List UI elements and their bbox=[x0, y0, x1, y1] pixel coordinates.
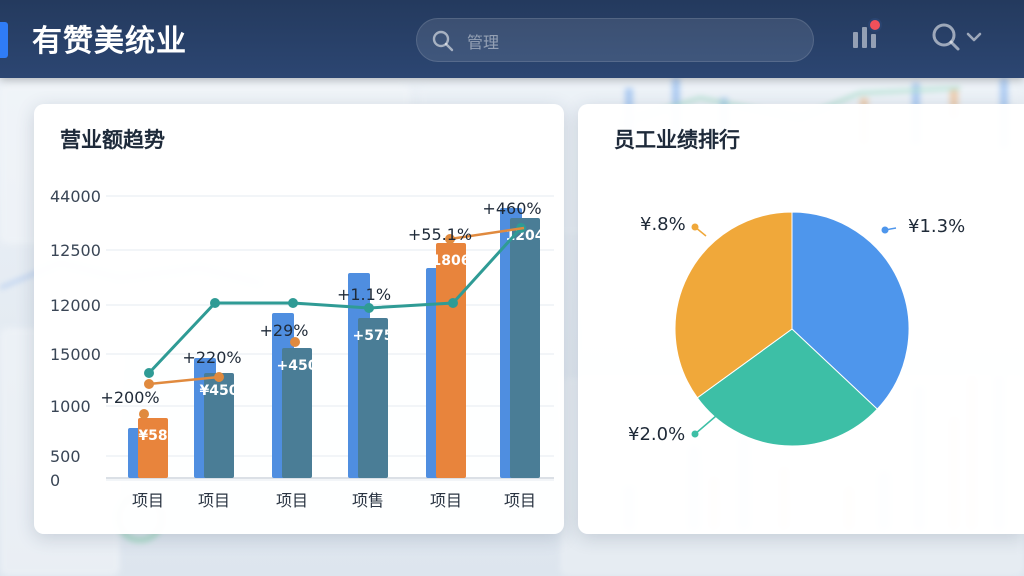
growth-percent-label: +1.1% bbox=[337, 285, 391, 304]
growth-percent-label: +220% bbox=[182, 348, 241, 367]
dashboard-app: 有赞美统业 管理 营业额趋势 44000 12500 12000 15000 1… bbox=[0, 0, 1024, 576]
trend-point bbox=[364, 303, 374, 313]
trend-point bbox=[288, 298, 298, 308]
app-title: 有赞美统业 bbox=[32, 24, 187, 59]
notification-badge bbox=[868, 18, 882, 32]
bar-value-label: 1806 bbox=[432, 253, 471, 269]
x-tick-label: 项目 bbox=[132, 491, 164, 510]
x-tick-label: 项目 bbox=[276, 491, 308, 510]
search-box[interactable] bbox=[416, 18, 814, 62]
bar-value-label: +575 bbox=[353, 328, 394, 344]
bar-value-label: +450 bbox=[277, 358, 318, 374]
growth-percent-label: +460% bbox=[482, 199, 541, 218]
bar-series-2 bbox=[138, 418, 168, 478]
pie-leader-dot bbox=[881, 226, 889, 234]
search-icon bbox=[431, 29, 455, 57]
employee-ranking-card: 员工业绩排行 ¥1.3% ¥2.0% ¥.8% bbox=[578, 104, 1024, 534]
revenue-trend-chart: 44000 12500 12000 15000 1000 500 0 ¥58 项目 ¥450 项目 +… bbox=[50, 187, 554, 510]
revenue-trend-card: 营业额趋势 44000 12500 12000 15000 1000 500 0 ¥58 项目 ¥… bbox=[34, 104, 564, 534]
y-tick-label: 0 bbox=[50, 471, 60, 490]
trend-point bbox=[144, 368, 154, 378]
user-menu-button[interactable] bbox=[922, 18, 992, 60]
y-tick-label: 12000 bbox=[50, 296, 101, 315]
y-tick-label: 500 bbox=[50, 447, 81, 466]
x-tick-label: 项目 bbox=[430, 491, 462, 510]
y-tick-label: 15000 bbox=[50, 345, 101, 364]
bar-value-label: ¥58 bbox=[138, 428, 167, 444]
y-tick-label: 1000 bbox=[50, 397, 91, 416]
y-tick-label: 12500 bbox=[50, 241, 101, 260]
pie-slice-label: ¥2.0% bbox=[628, 424, 685, 445]
growth-percent-label: +200% bbox=[100, 388, 159, 407]
pie-leader-line bbox=[694, 415, 717, 435]
trend-point bbox=[210, 298, 220, 308]
trend-point bbox=[448, 298, 458, 308]
top-bar: 有赞美统业 bbox=[0, 0, 1024, 78]
employee-ranking-pie-chart: ¥1.3% ¥2.0% ¥.8% bbox=[628, 211, 965, 447]
pie-slice-label: ¥.8% bbox=[640, 214, 686, 235]
pie-leader-dot bbox=[691, 223, 699, 231]
secondary-trend-point bbox=[214, 372, 224, 382]
magnifier-icon bbox=[929, 20, 963, 58]
x-tick-label: 项目 bbox=[504, 491, 536, 510]
growth-percent-label: +29% bbox=[260, 321, 309, 340]
x-tick-label: 项售 bbox=[352, 491, 384, 510]
search-input[interactable] bbox=[465, 29, 789, 55]
analytics-button[interactable] bbox=[846, 18, 884, 60]
pie-leader-dot bbox=[691, 430, 699, 438]
x-tick-label: 项目 bbox=[198, 491, 230, 510]
y-tick-label: 44000 bbox=[50, 187, 101, 206]
bar-series-2 bbox=[436, 243, 466, 478]
bar-series-2 bbox=[510, 218, 540, 478]
brand-accent-bar bbox=[0, 22, 8, 58]
pie-slice-label: ¥1.3% bbox=[908, 216, 965, 237]
growth-percent-label: +55.1% bbox=[408, 225, 472, 244]
bar-value-label: ¥450 bbox=[200, 383, 239, 399]
secondary-trend-point bbox=[139, 409, 149, 419]
chevron-down-icon bbox=[963, 26, 985, 52]
